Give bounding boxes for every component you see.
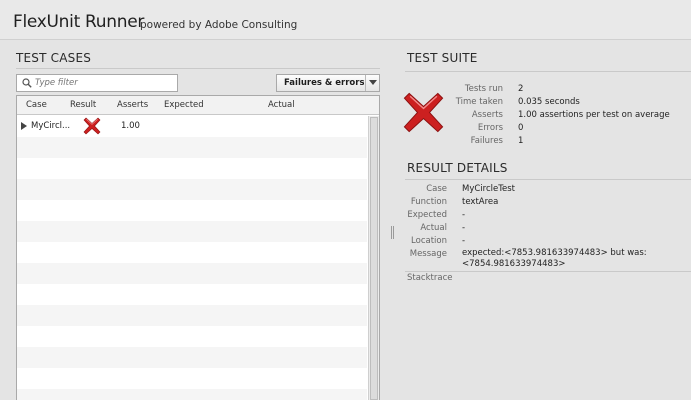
type-filter-input[interactable]	[35, 76, 173, 90]
suite-label-tests-run: Tests run	[464, 84, 503, 94]
search-icon	[22, 78, 32, 88]
empty-row	[17, 389, 367, 400]
suite-value-errors: 0	[518, 123, 524, 133]
empty-row	[17, 137, 367, 158]
suite-value-failures: 1	[518, 136, 524, 146]
detail-label-actual: Actual	[420, 223, 447, 233]
detail-label-location: Location	[411, 236, 447, 246]
detail-label-message: Message	[409, 249, 447, 259]
test-cases-title: TEST CASES	[16, 51, 92, 65]
scrollbar-thumb[interactable]	[370, 117, 378, 400]
table-row[interactable]: MyCircl... 1.00	[17, 116, 367, 137]
suite-label-failures: Failures	[470, 136, 503, 146]
column-header-case[interactable]: Case	[26, 100, 47, 110]
suite-fail-icon	[403, 92, 444, 133]
empty-row	[17, 326, 367, 347]
detail-value-function: textArea	[462, 197, 499, 207]
empty-row	[17, 242, 367, 263]
dropdown-button[interactable]	[365, 75, 379, 91]
result-filter-label: Failures & errors	[284, 78, 364, 88]
detail-value-actual: -	[462, 223, 466, 233]
suite-value-tests-run: 2	[518, 84, 524, 94]
detail-value-location: -	[462, 236, 466, 246]
type-filter-field[interactable]	[16, 74, 178, 92]
row-case: MyCircl...	[31, 121, 71, 131]
empty-row	[17, 179, 367, 200]
result-filter-select[interactable]: Failures & errors	[276, 74, 380, 92]
grid-header: Case Result Asserts Expected Actual	[17, 96, 379, 115]
detail-label-function: Function	[410, 197, 447, 207]
empty-row	[17, 200, 367, 221]
stacktrace-rule	[405, 271, 691, 272]
panel-resize-handle[interactable]	[391, 226, 395, 239]
test-suite-rule	[405, 71, 691, 72]
app-subtitle: powered by Adobe Consulting	[140, 19, 298, 31]
row-asserts: 1.00	[121, 121, 140, 131]
test-cases-rule	[16, 68, 380, 69]
detail-label-expected: Expected	[407, 210, 447, 220]
suite-value-asserts: 1.00 assertions per test on average	[518, 110, 670, 120]
result-details-rule	[405, 179, 691, 180]
suite-value-time-taken: 0.035 seconds	[518, 97, 580, 107]
app-title: FlexUnit Runner	[13, 12, 145, 32]
detail-value-case: MyCircleTest	[462, 184, 515, 194]
suite-label-time-taken: Time taken	[455, 97, 503, 107]
detail-label-case: Case	[426, 184, 447, 194]
empty-row	[17, 284, 367, 305]
empty-row	[17, 221, 367, 242]
grid-rows: MyCircl... 1.00	[17, 116, 367, 400]
column-header-result[interactable]: Result	[70, 100, 96, 110]
detail-value-expected: -	[462, 210, 466, 220]
empty-row	[17, 347, 367, 368]
test-cases-grid: Case Result Asserts Expected Actual MyCi…	[16, 95, 380, 400]
test-suite-title: TEST SUITE	[407, 51, 478, 65]
stacktrace-label: Stacktrace	[407, 273, 453, 283]
vertical-scrollbar[interactable]	[368, 116, 379, 400]
empty-row	[17, 158, 367, 179]
column-header-expected[interactable]: Expected	[164, 100, 204, 110]
result-details-title: RESULT DETAILS	[407, 161, 508, 175]
expand-arrow-icon[interactable]	[21, 122, 27, 130]
fail-icon	[83, 117, 101, 135]
empty-row	[17, 263, 367, 284]
app-header: FlexUnit Runner powered by Adobe Consult…	[0, 0, 691, 40]
chevron-down-icon	[369, 80, 377, 85]
column-header-asserts[interactable]: Asserts	[117, 100, 148, 110]
column-header-actual[interactable]: Actual	[268, 100, 295, 110]
empty-row	[17, 368, 367, 389]
detail-value-message: expected:<7853.981633974483> but was:<78…	[462, 248, 647, 269]
empty-row	[17, 305, 367, 326]
suite-label-errors: Errors	[477, 123, 503, 133]
suite-label-asserts: Asserts	[471, 110, 503, 120]
